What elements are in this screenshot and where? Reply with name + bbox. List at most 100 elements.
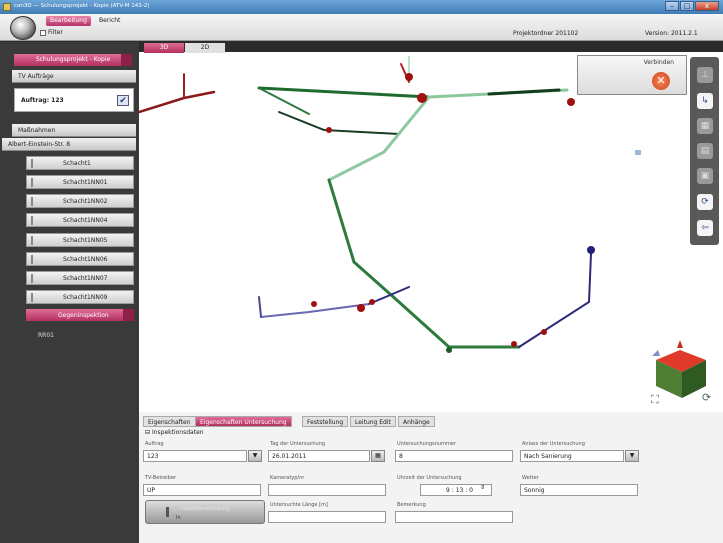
3d-viewport[interactable]	[137, 52, 723, 412]
label-kameratyp: Kameratyp/nr	[270, 475, 305, 481]
pipe-blue	[258, 296, 262, 318]
chevron-down-icon[interactable]: ▼	[248, 450, 262, 462]
list-item[interactable]: Schacht1	[26, 156, 134, 170]
window-title: can3D — Schulungsprojekt - Kopie (ATV-M …	[14, 3, 150, 9]
close-icon[interactable]: ✕	[652, 72, 670, 90]
maximize-button[interactable]: □	[680, 1, 694, 11]
tab-anhaenge[interactable]: Anhänge	[398, 416, 435, 427]
untersuchte-laenge-field[interactable]	[268, 511, 386, 523]
manhole-node-blue	[587, 246, 595, 254]
refresh-icon[interactable]: ⟳	[697, 194, 713, 210]
direction-icon	[166, 507, 174, 517]
list-item[interactable]: Schacht1NN05	[26, 233, 134, 247]
anlass-select[interactable]: Nach Sanierung	[520, 450, 624, 462]
list-item[interactable]: Schacht1NN01	[26, 175, 134, 189]
filter-checkbox[interactable]: Filter	[40, 29, 63, 36]
tab-feststellung[interactable]: Feststellung	[302, 416, 349, 427]
manhole-icon	[31, 197, 39, 206]
tab-2d[interactable]: 2D	[185, 43, 225, 53]
list-item[interactable]: Schacht1NN04	[26, 213, 134, 227]
zoom-extents-icon[interactable]: ⛶	[651, 393, 659, 407]
tab-eigenschaften[interactable]: Eigenschaften	[143, 416, 196, 427]
pipe-red	[137, 90, 216, 114]
title-bar: can3D — Schulungsprojekt - Kopie (ATV-M …	[0, 0, 723, 14]
project-name: Schulungsprojekt - Kopie	[35, 56, 111, 63]
tool-connector-icon[interactable]: ↳	[697, 93, 713, 109]
app-icon	[3, 3, 11, 11]
auftrag-item[interactable]: Auftrag: 123 ✔	[14, 88, 134, 112]
manhole-icon	[31, 274, 39, 283]
label-untersuchungsnummer: Untersuchungsnummer	[397, 441, 456, 447]
pipe-green	[327, 178, 521, 349]
manhole-icon	[31, 178, 39, 187]
manhole-node-green	[446, 347, 452, 353]
inspektionsrichtung-label: Inspektionsrichtung	[180, 506, 230, 512]
pipe-green-light	[327, 95, 431, 182]
app-menu-orb-icon[interactable]	[10, 16, 36, 40]
manhole-icon	[31, 293, 39, 302]
checkbox-icon[interactable]	[40, 29, 46, 36]
tab-eigenschaften-untersuchung[interactable]: Eigenschaften Untersuchung	[195, 416, 292, 427]
pipe-blue	[368, 286, 410, 305]
group-street[interactable]: Albert-Einstein-Str. 8	[2, 138, 136, 151]
version-label: Version: 2011.2.1	[645, 30, 698, 37]
window-controls: – □ x	[665, 1, 719, 11]
manhole-node	[357, 304, 365, 312]
manhole-node	[417, 93, 427, 103]
manhole-node	[541, 329, 547, 335]
pipe-green-dark	[278, 111, 400, 135]
tab-bearbeitung[interactable]: Bearbeitung	[46, 16, 91, 26]
list-item[interactable]: Schacht1NN02	[26, 194, 134, 208]
pipe-network-3d	[137, 56, 641, 353]
untersuchungsnummer-field[interactable]: 8	[395, 450, 513, 462]
chevron-down-icon[interactable]: ▼	[625, 450, 639, 462]
list-item[interactable]: Schacht1NN07	[26, 271, 134, 285]
list-item[interactable]: Schacht1NN09	[26, 290, 134, 304]
rr01-item[interactable]: RR01	[38, 332, 118, 339]
manhole-node	[567, 98, 575, 106]
label-tv-betreiber: TV-Betreiber	[145, 475, 176, 481]
connect-panel: Verbinden ✕	[577, 55, 687, 95]
label-tag: Tag der Untersuchung	[270, 441, 326, 447]
tool-layer-icon[interactable]: ▤	[697, 143, 713, 159]
manhole-node	[511, 341, 517, 347]
calendar-icon[interactable]: ▦	[371, 450, 385, 462]
tab-leitung-edit[interactable]: Leitung Edit	[350, 416, 396, 427]
label-untersuchte-laenge: Untersuchte Länge [m]	[270, 502, 328, 508]
section-header[interactable]: ⊟ Inspektionsdaten	[145, 429, 204, 436]
label-anlass: Anlass der Untersuchung	[522, 441, 585, 447]
project-selector[interactable]: Schulungsprojekt - Kopie	[14, 54, 132, 66]
rotate-icon[interactable]: ⟳	[702, 391, 711, 404]
gegeninspektion-button[interactable]: Gegeninspektion	[26, 309, 134, 321]
tool-print-icon[interactable]: ▣	[697, 168, 713, 184]
tool-pipe-icon[interactable]: ⊥	[697, 67, 713, 83]
manhole-icon	[31, 236, 39, 245]
manhole-node	[369, 299, 375, 305]
export-icon[interactable]: ⇦	[697, 220, 713, 236]
label-wetter: Wetter	[522, 475, 539, 481]
tool-grid-icon[interactable]: ▦	[697, 118, 713, 134]
tv-betreiber-field[interactable]: UP	[143, 484, 261, 496]
tab-3d[interactable]: 3D	[144, 43, 184, 53]
expand-arrow-icon[interactable]	[121, 54, 132, 66]
list-item[interactable]: Schacht1NN06	[26, 252, 134, 266]
group-massnahmen[interactable]: Maßnahmen	[12, 124, 136, 137]
minimize-button[interactable]: –	[665, 1, 679, 11]
window-close-button[interactable]: x	[695, 1, 719, 11]
pipe-green	[258, 87, 310, 115]
inspektionsrichtung-button[interactable]: Inspektionsrichtung In	[145, 500, 265, 524]
group-tv-auftraege[interactable]: TV Aufträge	[12, 70, 136, 83]
wetter-field[interactable]: Sonnig	[520, 484, 638, 496]
tab-bericht[interactable]: Bericht	[95, 16, 124, 26]
bemerkung-field[interactable]	[395, 511, 513, 523]
spinner-icon[interactable]: ⇕	[480, 484, 485, 491]
label-auftrag: Auftrag	[145, 441, 164, 447]
expand-arrow-icon[interactable]	[123, 309, 134, 321]
auftrag-select[interactable]: 123	[143, 450, 247, 462]
inspektionsrichtung-value: In	[176, 515, 181, 521]
manhole-node	[405, 73, 413, 81]
manhole-icon	[31, 255, 39, 264]
checkbox-checked-icon[interactable]: ✔	[117, 95, 129, 106]
kameratyp-field[interactable]	[268, 484, 386, 496]
tag-date-field[interactable]: 26.01.2011	[268, 450, 370, 462]
